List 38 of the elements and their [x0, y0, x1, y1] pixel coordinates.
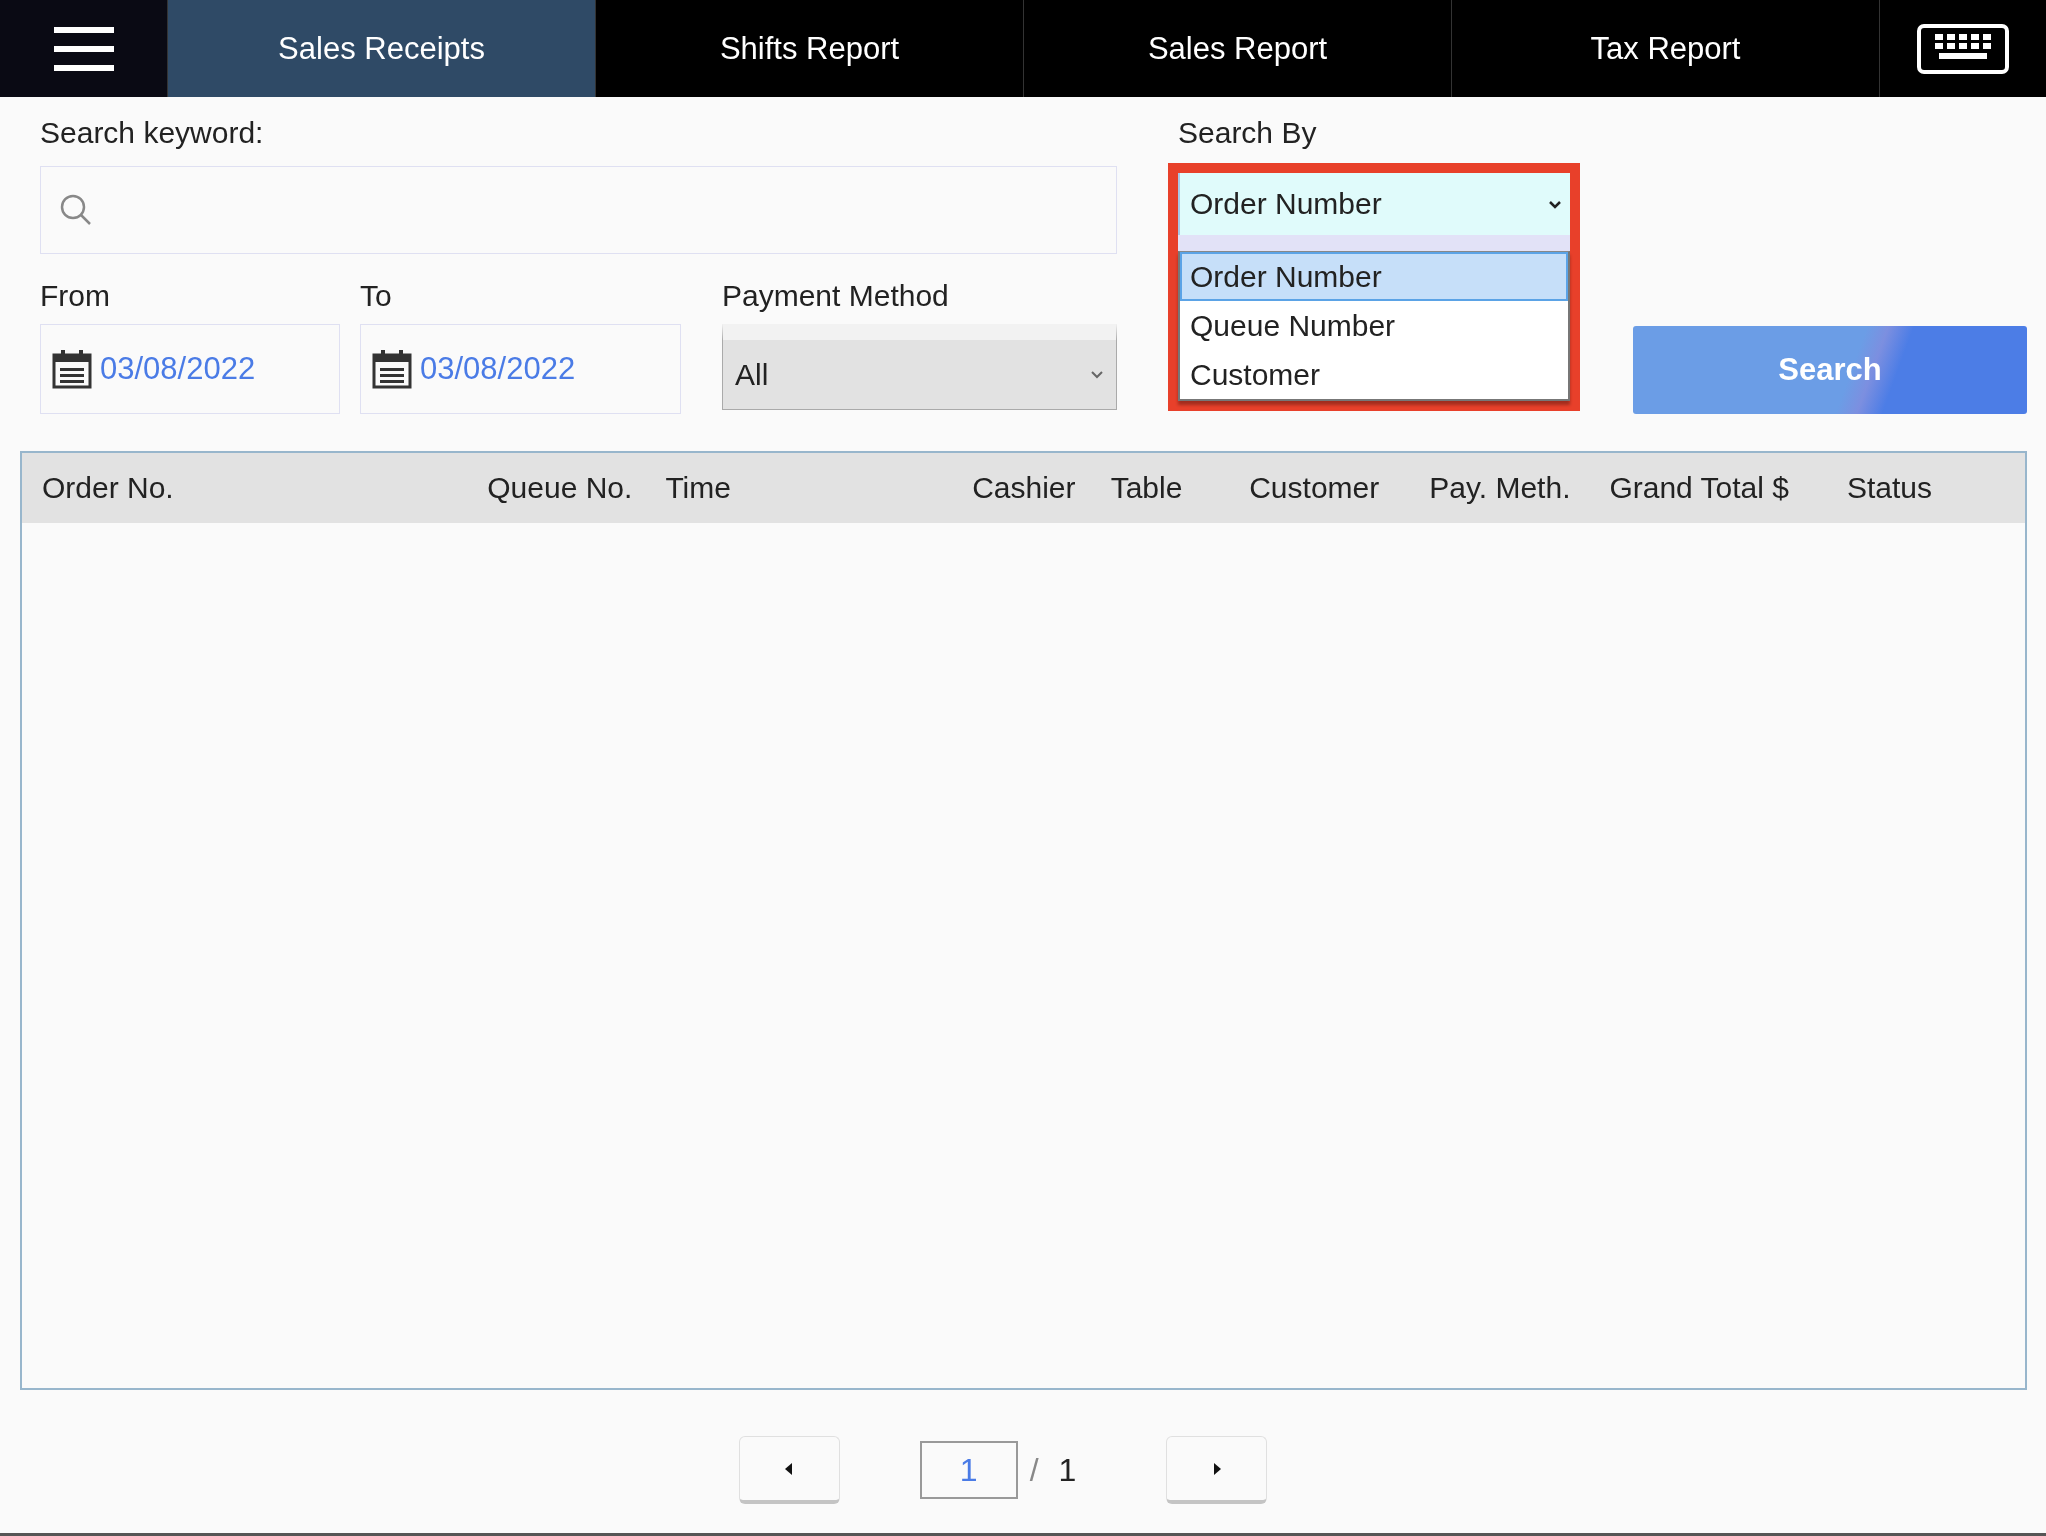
dropdown-option[interactable]: Queue Number	[1180, 301, 1568, 350]
next-page-button[interactable]	[1166, 1436, 1268, 1504]
chevron-down-icon	[1548, 199, 1562, 209]
column-header: Order No.	[42, 471, 175, 505]
search-by-dropdown[interactable]: Order Number	[1178, 173, 1570, 235]
column-header: Grand Total $	[1609, 471, 1790, 505]
page-separator: /	[1029, 1451, 1039, 1489]
column-header: Queue No.	[487, 471, 634, 505]
chevron-down-icon	[1090, 370, 1104, 379]
column-header: Status	[1846, 471, 1933, 505]
menu-icon	[53, 24, 114, 73]
date-field[interactable]: 03/08/2022	[40, 324, 340, 414]
field-label: Payment Method	[722, 278, 949, 314]
calendar-icon	[52, 349, 92, 389]
column-header: Table	[1110, 471, 1184, 505]
dropdown-option[interactable]: Order Number	[1180, 252, 1568, 301]
field-label: Search keyword:	[40, 115, 264, 151]
page-input[interactable]: 1	[919, 1441, 1018, 1499]
search-icon	[59, 193, 93, 227]
date-field[interactable]: 03/08/2022	[360, 324, 681, 414]
caret-left-icon	[785, 1462, 794, 1475]
column-header: Time	[665, 471, 732, 505]
previous-page-button[interactable]	[738, 1436, 840, 1504]
field-label: From	[40, 278, 110, 314]
page-total: 1	[1058, 1451, 1077, 1489]
calendar-icon	[372, 349, 412, 389]
search-field[interactable]	[40, 166, 1117, 254]
caret-right-icon	[1212, 1462, 1221, 1475]
menu-button[interactable]	[0, 0, 168, 97]
column-header: Customer	[1249, 471, 1381, 505]
field-label: To	[360, 278, 392, 314]
dropdown-option[interactable]: Customer	[1180, 350, 1568, 399]
keyboard-icon	[1917, 23, 2009, 74]
payment-method-dropdown[interactable]: All	[722, 324, 1117, 410]
field-label: Search By	[1178, 115, 1317, 151]
column-header: Pay. Meth.	[1429, 471, 1572, 505]
nav-tab[interactable]: Sales Receipts	[168, 0, 596, 97]
column-header: Cashier	[972, 471, 1077, 505]
